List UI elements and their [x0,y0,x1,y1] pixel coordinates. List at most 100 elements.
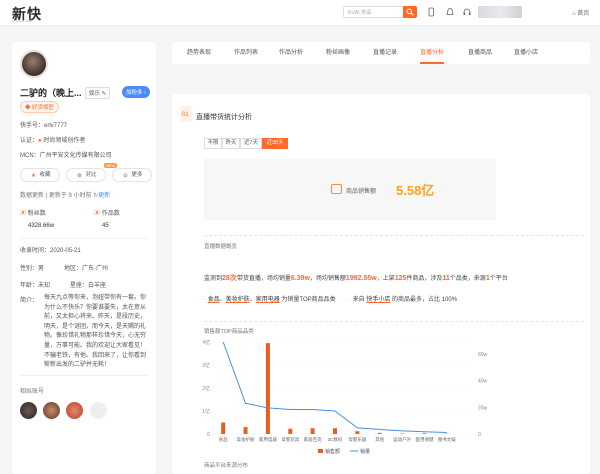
fans-label-text: 粉丝数 [27,211,46,217]
new-badge: NEW [104,163,118,168]
related-avatar[interactable] [43,402,60,419]
works-label: ▣ 作品数 [94,208,120,217]
overview-label: 直播数据概览 [204,244,238,250]
avg-sales: 6.39w [290,275,310,282]
bar [310,428,315,434]
y-right-tick-label: 20w [478,405,488,411]
phone-icon[interactable] [426,7,436,17]
bar [355,431,360,434]
tab-works-analysis[interactable]: 作品分析 [279,42,303,64]
y-left-tick-label: 2亿 [202,385,210,392]
divider [20,238,148,239]
x-tick-label: 母婴乐器 [348,436,366,443]
related-avatar[interactable] [66,402,83,419]
top-category[interactable]: 家用电器 [256,297,280,303]
search-button[interactable] [403,6,417,18]
home-icon: ⌂ [572,11,576,17]
range-yesterday[interactable]: 昨天 [222,138,240,149]
badge-label: 好货榜匠 [32,105,55,111]
data-update: 数据更新 | 更新于 9 小时前 ↻更新 [20,190,110,199]
summary-text: 件商品，涉及 [406,276,443,282]
summary-text: ，场均销售额 [309,276,346,282]
summary-line: 监测到28次带货直播，场均销量6.39w，场均销售额1992.55w，上架125… [204,273,586,283]
top-category[interactable]: 美妆护肤 [226,297,250,303]
tab-live-shop[interactable]: 直播小店 [514,42,538,64]
works-label-text: 作品数 [101,211,120,217]
refresh-button[interactable]: ↻更新 [93,193,110,199]
bar [333,428,337,434]
live-count: 28次 [222,275,237,282]
tab-fans-profile[interactable]: 粉丝画像 [326,42,350,64]
shop-link[interactable]: 快手小店 [366,297,390,303]
section-title: 直播带货统计分析 [196,114,252,121]
bar [377,432,382,434]
tab-trend[interactable]: 趋势表现 [187,42,211,64]
bar [265,343,270,434]
fans-icon: ▣ [20,211,27,217]
tab-live-goods[interactable]: 直播商品 [468,42,492,64]
bio-text: 每天九点等你来，泡妞带你有一套。你为什么不快乐？你要谁要失，太在意从前，又太担心… [44,295,147,369]
tab-live-records[interactable]: 直播记录 [373,42,397,64]
chevron-right-icon: › [144,90,146,96]
compare-icon: ⊜ [77,173,82,179]
category-tag: 娱乐 ✎ [85,87,111,99]
bio-label: 简介： [20,298,39,304]
headset-icon[interactable] [462,7,472,17]
bell-icon[interactable] [445,7,455,17]
profile-name: 二驴的（晚上... [20,88,82,98]
more-related-button[interactable] [90,402,107,419]
works-value: 45 [102,223,109,229]
sales-icon [331,184,342,194]
tab-live-analysis[interactable]: 直播分析 [420,42,445,64]
x-tick-label: 医用保健 [415,436,433,443]
home-link[interactable]: ⌂ 首页 [572,8,589,17]
top-category[interactable]: 食品 [208,297,220,303]
y-left-tick-label: 1亿 [202,408,210,415]
summary-text: 为销量TOP商品品类 [281,297,336,303]
divider [204,321,584,322]
tab-works-list[interactable]: 作品列表 [234,42,258,64]
more-button[interactable]: ⊙ 更多 [112,168,152,182]
search-input[interactable]: KUAI 类请 [343,6,403,18]
data-update-text: 数据更新 | 更新于 9 小时前 [20,193,92,199]
follow-label: 加粉多 [126,90,143,96]
range-7days[interactable]: 近7天 [240,138,262,149]
gender: 性别：男 [20,263,44,272]
series-line [222,341,447,433]
x-tick-label: 家居百货 [304,436,322,443]
bar [288,428,293,434]
y-right-tick-label: 60w [478,352,488,358]
fans-label: ▣ 粉丝数 [20,208,46,217]
age-label: 年龄： [20,283,39,289]
bar [221,422,226,434]
collect-button[interactable]: ★ 收藏 [20,168,60,182]
related-avatar[interactable] [20,402,37,419]
more-label: 更多 [131,172,143,178]
x-tick-label: 母婴玩具 [281,437,299,443]
goods-count: 125 [394,275,407,282]
range-30days[interactable]: 近30天 [262,138,288,149]
summary-text: ，上架 [376,276,395,282]
x-tick-label: 美妆护肤 [237,436,255,443]
certification-value: 时尚领域创作者 [43,138,86,144]
certification: 认证：● 时尚领域创作者 [20,135,85,144]
x-tick-label: 运动户外 [393,436,411,443]
region-label: 地区： [64,266,83,272]
compare-button[interactable]: ⊜ 对比 [66,168,106,182]
compare-label: 对比 [85,172,97,178]
follow-button[interactable]: 加粉多 › [122,86,150,98]
chart-label: 销售额TOP商品品类 [204,329,254,335]
tab-bar: 趋势表现 作品列表 作品分析 粉丝画像 直播记录 直播分析 直播商品 直播小店 [172,42,590,64]
record-label: 收录时间： [20,248,51,254]
status-badge: ◆ 好货榜匠 [20,101,60,113]
gender-value: 男 [38,266,45,272]
user-account[interactable] [478,6,522,18]
record-date: 2020-05-21 [50,248,81,254]
legend-label: 销售额 [325,448,340,455]
certification-label: 认证： [20,138,39,144]
range-all[interactable]: 不限 [204,138,222,149]
y-left-tick-label: 0 [207,432,210,438]
y-left-tick-label: 4亿 [202,339,210,346]
action-buttons: ★ 收藏 ⊜ 对比 ⊙ 更多 [20,168,152,182]
top-navbar: 新快 XINKUAI.COM KUAI 类请 ⌂ 首页 [0,0,600,26]
